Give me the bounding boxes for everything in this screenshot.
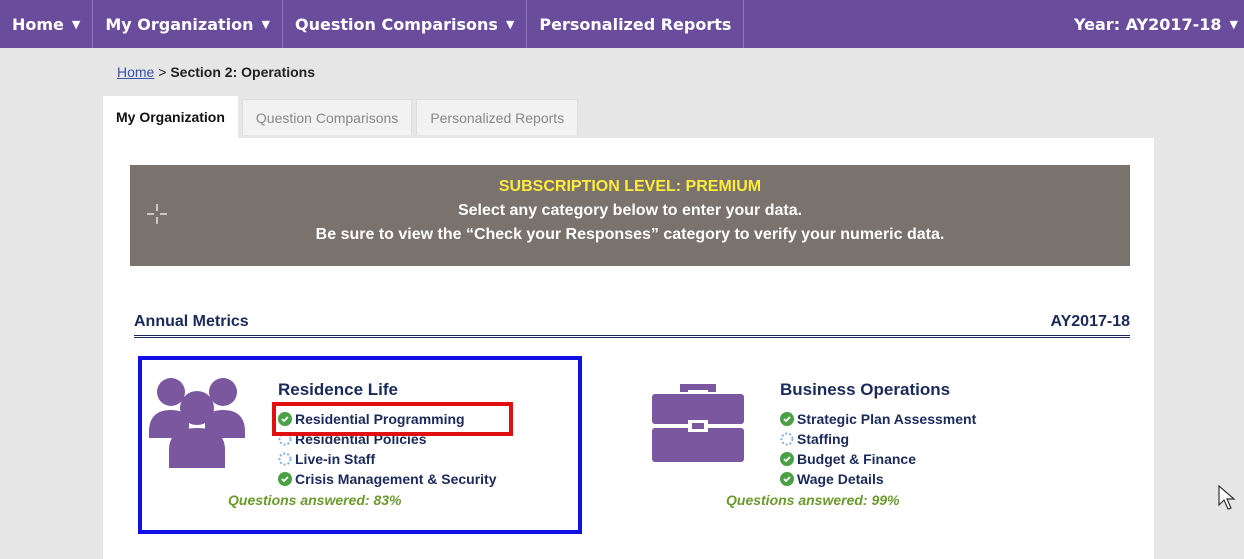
nav-personalized-reports-label: Personalized Reports [539,14,732,34]
breadcrumb: Home > Section 2: Operations [117,64,315,80]
loading-spinner-icon [780,432,794,446]
year-selector-label: Year: AY2017-18 [1074,14,1222,34]
annual-metrics-header: Annual Metrics AY2017-18 [134,308,1130,338]
nav-my-organization-label: My Organization [105,14,254,34]
breadcrumb-current: Section 2: Operations [170,64,316,80]
business-operations-answered: Questions answered: 99% [726,492,900,508]
main-panel: SUBSCRIPTION LEVEL: PREMIUM Select any c… [103,138,1154,559]
check-icon [780,412,794,426]
check-icon [780,472,794,486]
year-selector[interactable]: Year: AY2017-18 ▼ [1062,0,1244,48]
subscription-level: SUBSCRIPTION LEVEL: PREMIUM [498,178,762,195]
chevron-down-icon: ▼ [505,17,515,31]
residential-programming-highlight [272,402,513,436]
item-label: Wage Details [797,471,884,487]
tab-my-organization[interactable]: My Organization [103,96,238,138]
tab-personalized-reports[interactable]: Personalized Reports [416,99,579,135]
nav-question-comparisons-label: Question Comparisons [295,14,498,34]
item-wage-details[interactable]: Wage Details [780,469,976,489]
nav-personalized-reports[interactable]: Personalized Reports [527,0,745,48]
check-icon [780,452,794,466]
nav-home[interactable]: Home ▼ [0,0,94,48]
move-cursor-icon [147,204,167,224]
chevron-down-icon: ▼ [71,17,81,31]
briefcase-icon [652,384,744,462]
nav-question-comparisons[interactable]: Question Comparisons ▼ [283,0,528,48]
banner-instruction-1: Select any category below to enter your … [457,202,803,219]
tab-question-comparisons[interactable]: Question Comparisons [241,99,413,135]
subscription-banner: SUBSCRIPTION LEVEL: PREMIUM Select any c… [130,165,1130,266]
business-operations-title: Business Operations [780,380,951,399]
residence-life-selection-outline [138,356,582,534]
item-strategic-plan-assessment[interactable]: Strategic Plan Assessment [780,409,976,429]
business-operations-items: Strategic Plan Assessment Staffing Budge… [780,409,976,489]
top-nav: Home ▼ My Organization ▼ Question Compar… [0,0,1244,48]
chevron-down-icon: ▼ [261,17,271,31]
item-label: Strategic Plan Assessment [797,411,977,427]
nav-home-label: Home [12,14,64,34]
nav-my-organization[interactable]: My Organization ▼ [93,0,284,48]
annual-metrics-year: AY2017-18 [1050,312,1130,330]
tab-bar: My Organization Question Comparisons Per… [103,96,582,138]
annual-metrics-title: Annual Metrics [134,312,249,330]
mouse-pointer-icon [1218,485,1236,510]
item-staffing[interactable]: Staffing [780,429,976,449]
item-label: Staffing [797,431,850,447]
item-budget-finance[interactable]: Budget & Finance [780,449,976,469]
banner-instruction-2: Be sure to view the “Check your Response… [315,226,945,243]
chevron-down-icon: ▼ [1229,17,1238,31]
breadcrumb-separator: > [158,64,167,80]
item-label: Budget & Finance [797,451,917,467]
breadcrumb-home-link[interactable]: Home [117,64,154,80]
